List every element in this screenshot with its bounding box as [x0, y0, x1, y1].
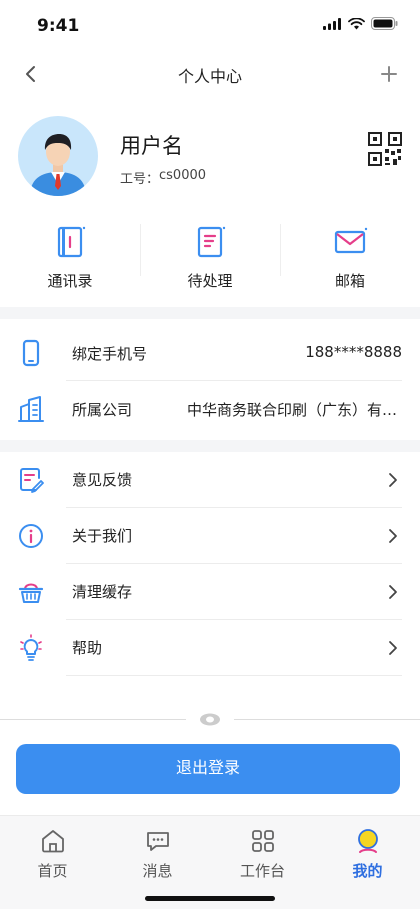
separator-line [0, 719, 186, 720]
avatar[interactable] [18, 116, 98, 196]
section-gap [0, 440, 420, 452]
company-building-icon [18, 396, 44, 422]
message-icon [146, 832, 169, 851]
section-gap [0, 307, 420, 319]
quick-action-mail[interactable]: 邮箱 [280, 218, 420, 306]
company-row[interactable]: 所属公司 中华商务联合印刷（广东）有限公司 [0, 381, 420, 437]
menu-label: 关于我们 [72, 527, 133, 545]
signal-icon [323, 17, 341, 30]
menu-item-about[interactable]: 关于我们 [0, 508, 420, 564]
quick-action-contacts[interactable]: 通讯录 [0, 218, 140, 306]
tab-label: 工作台 [239, 862, 285, 880]
menu-item-feedback[interactable]: 意见反馈 [0, 452, 420, 508]
separator-line [234, 719, 420, 720]
logout-button[interactable]: 退出登录 [16, 744, 400, 794]
phone-label: 绑定手机号 [72, 345, 148, 363]
chevron-right-icon [389, 473, 397, 487]
brand-logo-icon [200, 713, 220, 726]
add-plus-icon[interactable] [378, 62, 400, 86]
tab-label: 首页 [37, 862, 68, 880]
quick-action-pending[interactable]: 待处理 [140, 218, 280, 306]
battery-icon [371, 17, 398, 30]
wifi-icon [348, 17, 365, 29]
quick-action-label: 通讯录 [47, 272, 93, 290]
page-title: 个人中心 [177, 67, 242, 86]
pending-document-icon [197, 226, 226, 258]
chevron-right-icon [389, 641, 397, 655]
menu-item-help[interactable]: 帮助 [0, 620, 420, 676]
grid-icon [251, 830, 274, 852]
quick-actions: 通讯录 待处理 邮箱 [0, 218, 420, 306]
home-icon [41, 830, 64, 853]
employee-id: 工号： cs0000 [120, 168, 206, 187]
employee-id-label: 工号： [120, 172, 160, 187]
quick-action-label: 待处理 [187, 272, 233, 290]
menu-item-clear-cache[interactable]: 清理缓存 [0, 564, 420, 620]
employee-id-value: cs0000 [159, 168, 207, 183]
menu-label: 意见反馈 [72, 471, 133, 489]
user-avatar-icon [30, 134, 86, 196]
user-name: 用户名 [120, 134, 183, 158]
qr-code-icon[interactable] [368, 132, 402, 166]
tab-mine[interactable]: 我的 [315, 816, 420, 909]
nav-bar: 个人中心 [0, 50, 420, 98]
company-value: 中华商务联合印刷（广东）有限公司 [187, 401, 402, 419]
home-indicator [145, 896, 275, 901]
footer-separator [0, 710, 420, 730]
tab-home[interactable]: 首页 [0, 816, 105, 909]
basket-icon [18, 583, 44, 603]
tab-label: 消息 [142, 862, 173, 880]
divider [66, 675, 402, 676]
profile-header: 用户名 工号： cs0000 [0, 110, 420, 206]
phone-value: 188****8888 [305, 343, 402, 361]
status-bar: 9:41 [0, 0, 420, 50]
tab-label: 我的 [352, 862, 383, 880]
status-icons [323, 17, 398, 30]
phone-row[interactable]: 绑定手机号 188****8888 [0, 325, 420, 381]
menu-label: 清理缓存 [72, 583, 133, 601]
mobile-phone-icon [22, 339, 40, 367]
feedback-icon [20, 468, 44, 493]
profile-icon [357, 829, 378, 853]
chevron-right-icon [389, 585, 397, 599]
menu-label: 帮助 [72, 639, 103, 657]
status-time: 9:41 [37, 16, 80, 36]
lightbulb-icon [20, 634, 42, 661]
chevron-right-icon [389, 529, 397, 543]
contacts-book-icon [57, 226, 86, 258]
company-label: 所属公司 [72, 401, 133, 419]
mail-envelope-icon [334, 227, 368, 254]
quick-action-label: 邮箱 [334, 272, 365, 290]
info-icon [19, 524, 43, 548]
bottom-tab-bar: 首页 消息 工作台 我的 [0, 815, 420, 909]
